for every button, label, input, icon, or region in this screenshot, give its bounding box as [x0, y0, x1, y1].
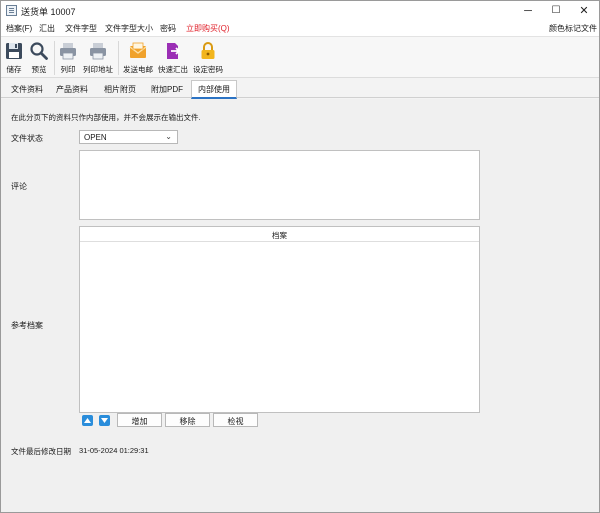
print-label: 列印	[60, 65, 76, 74]
title-bar: 送货单 10007 ─ ☐ ✕	[1, 1, 599, 20]
reference-files-label: 参考档案	[11, 321, 43, 330]
send-email-button[interactable]: 发送电邮	[122, 39, 154, 77]
menu-buy-now[interactable]: 立即购买(Q)	[186, 23, 230, 34]
tab-internal-use[interactable]: 内部使用	[191, 80, 237, 99]
menu-file[interactable]: 档案(F)	[6, 23, 32, 34]
chevron-down-icon: ⌄	[165, 132, 172, 141]
last-modified-label: 文件最后修改日期	[11, 447, 71, 456]
comment-label: 评论	[11, 182, 27, 191]
app-window: 送货单 10007 ─ ☐ ✕ 档案(F) 汇出 文件字型 文件字型大小 密码 …	[0, 0, 600, 513]
internal-info-text: 在此分页下的资料只作内部使用，并不会展示在输出文件.	[11, 113, 201, 122]
view-file-button[interactable]: 检视	[213, 413, 258, 427]
tab-attach-pdf[interactable]: 附加PDF	[145, 81, 189, 98]
tab-document-info[interactable]: 文件资料	[5, 81, 49, 98]
toolbar-divider	[54, 41, 55, 75]
arrow-up-icon	[84, 418, 91, 423]
add-file-button[interactable]: 增加	[117, 413, 162, 427]
print-address-label: 列印地址	[83, 65, 113, 74]
tab-photo-pages[interactable]: 相片附页	[98, 81, 142, 98]
lock-icon	[201, 42, 215, 59]
printer-icon	[90, 43, 106, 60]
last-modified-value: 31-05-2024 01:29:31	[79, 446, 149, 455]
menu-font[interactable]: 文件字型	[65, 23, 97, 34]
move-up-button[interactable]	[82, 415, 93, 426]
document-status-label: 文件状态	[11, 134, 43, 143]
grid-column-header-file: 档案	[80, 227, 479, 242]
move-down-button[interactable]	[99, 415, 110, 426]
internal-use-panel: 在此分页下的资料只作内部使用，并不会展示在输出文件. 文件状态 OPEN ⌄ 评…	[1, 99, 599, 512]
remove-file-button[interactable]: 移除	[165, 413, 210, 427]
toolbar-divider	[118, 41, 119, 75]
tab-product-info[interactable]: 产品资料	[50, 81, 94, 98]
menu-password[interactable]: 密码	[160, 23, 176, 34]
menu-export[interactable]: 汇出	[39, 23, 55, 34]
close-button[interactable]: ✕	[567, 1, 600, 20]
floppy-disk-icon	[6, 43, 22, 59]
save-button[interactable]: 储存	[4, 39, 24, 77]
comment-textarea[interactable]	[79, 150, 480, 220]
quick-export-button[interactable]: 快速汇出	[157, 39, 189, 77]
printer-icon	[60, 43, 76, 60]
reference-files-grid[interactable]: 档案	[79, 226, 480, 413]
app-icon	[6, 5, 17, 16]
quick-export-label: 快速汇出	[158, 65, 188, 74]
menu-bar: 档案(F) 汇出 文件字型 文件字型大小 密码 立即购买(Q) 颜色标记文件	[1, 20, 599, 36]
arrow-down-icon	[101, 418, 108, 423]
document-status-value: OPEN	[84, 133, 107, 142]
print-button[interactable]: 列印	[58, 39, 78, 77]
send-email-label: 发送电邮	[123, 65, 153, 74]
set-password-button[interactable]: 设定密码	[192, 39, 224, 77]
menu-color-tag[interactable]: 颜色标记文件	[549, 23, 597, 34]
save-label: 储存	[6, 65, 22, 74]
toolbar: 储存 预览 列印 列印地址 发送电邮 快速汇出 设定密码	[1, 36, 599, 78]
preview-label: 预览	[31, 65, 47, 74]
envelope-icon	[129, 42, 147, 58]
magnifier-icon	[30, 42, 48, 60]
preview-button[interactable]: 预览	[28, 39, 50, 77]
document-status-select[interactable]: OPEN ⌄	[79, 130, 178, 144]
tab-bar: 文件资料 产品资料 相片附页 附加PDF 内部使用	[1, 79, 599, 99]
set-password-label: 设定密码	[193, 65, 223, 74]
window-title: 送货单 10007	[21, 7, 76, 17]
export-icon	[167, 43, 181, 59]
menu-font-size[interactable]: 文件字型大小	[105, 23, 153, 34]
print-address-button[interactable]: 列印地址	[82, 39, 114, 77]
